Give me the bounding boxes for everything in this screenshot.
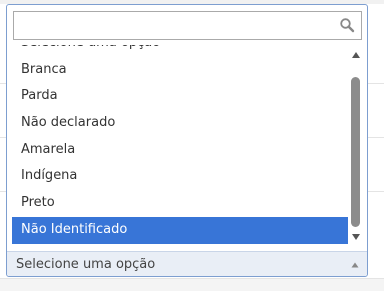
search-input[interactable] — [14, 12, 334, 39]
option-nao-declarado[interactable]: Não declarado — [12, 110, 356, 137]
options-scrollbar[interactable] — [348, 45, 364, 245]
option-selecione-uma-opcao[interactable]: Selecione uma opção — [12, 45, 356, 57]
select-dropdown[interactable]: Selecione uma opção Branca Parda Não dec… — [6, 4, 368, 277]
options-list: Selecione uma opção Branca Parda Não dec… — [12, 45, 356, 245]
background-strip — [0, 278, 384, 291]
select-current-value[interactable]: Selecione uma opção — [7, 251, 367, 276]
option-amarela[interactable]: Amarela — [12, 137, 356, 164]
search-box[interactable] — [13, 11, 362, 40]
option-branca[interactable]: Branca — [12, 57, 356, 84]
scroll-thumb[interactable] — [351, 77, 360, 227]
triangle-up-icon — [351, 262, 359, 268]
option-parda[interactable]: Parda — [12, 83, 356, 110]
selected-value-label: Selecione uma opção — [16, 257, 156, 272]
scroll-down-arrow-icon[interactable] — [351, 233, 361, 241]
option-indigena[interactable]: Indígena — [12, 163, 356, 190]
option-preto[interactable]: Preto — [12, 190, 356, 217]
option-nao-identificado[interactable]: Não Identificado — [12, 216, 356, 244]
search-icon — [340, 18, 355, 33]
scroll-up-arrow-icon[interactable] — [351, 51, 361, 59]
